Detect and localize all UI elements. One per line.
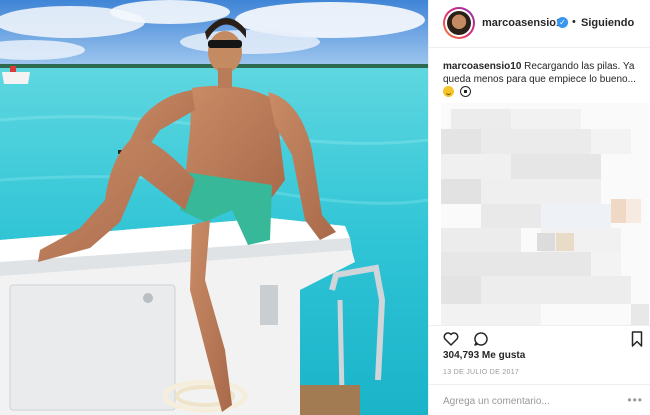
post-actions (429, 325, 650, 347)
following-button[interactable]: Siguiendo (581, 17, 634, 29)
comment-bar: ••• (429, 384, 650, 415)
blurred-comments-image (441, 103, 649, 325)
post-date: 13 DE JULIO DE 2017 (443, 369, 520, 376)
author-username[interactable]: marcoasensio10 (482, 17, 568, 29)
pixelated-comments (441, 103, 649, 325)
heart-icon[interactable] (443, 331, 459, 347)
more-options-button[interactable]: ••• (627, 393, 643, 407)
separator-dot: • (572, 16, 576, 28)
avatar[interactable] (443, 7, 475, 39)
verified-badge-icon: ✓ (557, 17, 568, 28)
bookmark-icon[interactable] (631, 331, 643, 347)
post-header: marcoasensio10 ✓ • Siguiendo (429, 0, 650, 48)
instagram-post: marcoasensio10 ✓ • Siguiendo marcoasensi… (0, 0, 650, 415)
avatar-photo (447, 11, 471, 35)
post-photo[interactable] (0, 0, 428, 415)
beach-boat-photo (0, 0, 428, 415)
comment-icon[interactable] (473, 331, 489, 347)
post-caption: marcoasensio10 Recargando las pilas. Ya … (443, 60, 643, 86)
like-count[interactable]: 304,793 Me gusta (443, 350, 525, 361)
soccer-ball-icon (460, 86, 472, 97)
caption-username[interactable]: marcoasensio10 (443, 61, 521, 72)
post-side-panel: marcoasensio10 ✓ • Siguiendo marcoasensi… (428, 0, 650, 415)
grinning-face-icon (443, 86, 454, 97)
caption-emojis (443, 86, 473, 98)
comment-input[interactable] (443, 394, 623, 408)
